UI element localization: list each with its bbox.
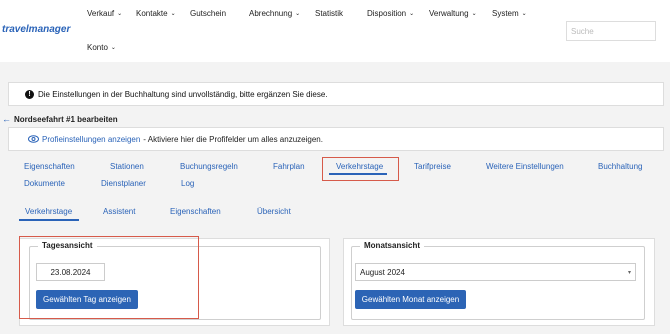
tab-buchungsregeln[interactable]: Buchungsregeln <box>180 162 238 171</box>
chevron-down-icon: ⌄ <box>521 11 527 17</box>
show-pro-settings-link[interactable]: Profieinstellungen anzeigen <box>42 135 140 144</box>
subtab-uebersicht[interactable]: Übersicht <box>257 207 291 216</box>
nav-statistik[interactable]: Statistik <box>315 9 343 18</box>
settings-alert: ! Die Einstellungen in der Buchhaltung s… <box>8 82 664 106</box>
back-arrow-icon[interactable]: ← <box>2 114 11 124</box>
nav-label: Gutschein <box>190 9 227 18</box>
top-bar: travelmanager Verkauf ⌄ Kontakte ⌄ Gutsche… <box>0 0 670 62</box>
tab-dienstplaner[interactable]: Dienstplaner <box>101 179 146 188</box>
highlight-annotation <box>322 157 399 181</box>
tab-stationen[interactable]: Stationen <box>110 162 144 171</box>
month-select[interactable]: August 2024 ▾ <box>355 263 636 281</box>
alert-text: Die Einstellungen in der Buchhaltung sin… <box>38 89 328 99</box>
chevron-down-icon: ⌄ <box>117 11 123 17</box>
nav-kontakte[interactable]: Kontakte ⌄ <box>136 9 176 18</box>
chevron-down-icon: ⌄ <box>471 11 477 17</box>
nav-label: Abrechnung <box>249 9 293 18</box>
subtab-assistent[interactable]: Assistent <box>103 207 135 216</box>
nav-disposition[interactable]: Disposition ⌄ <box>367 9 414 18</box>
nav-gutschein[interactable]: Gutschein <box>190 9 226 18</box>
month-view-panel: Monatsansicht August 2024 ▾ Gewählten Mo… <box>343 238 655 326</box>
nav-label: Konto <box>87 43 108 52</box>
profile-hint: Profieinstellungen anzeigen - Aktiviere … <box>8 127 664 151</box>
eye-icon <box>28 135 39 143</box>
chevron-down-icon: ▾ <box>627 270 631 276</box>
tab-tarifpreise[interactable]: Tarifpreise <box>414 162 451 171</box>
tab-weitere-einstellungen[interactable]: Weitere Einstellungen <box>486 162 564 171</box>
month-view-legend: Monatsansicht <box>360 241 425 250</box>
chevron-down-icon: ⌄ <box>170 11 176 17</box>
nav-system[interactable]: System ⌄ <box>492 9 527 18</box>
tab-buchhaltung[interactable]: Buchhaltung <box>598 162 642 171</box>
tab-log[interactable]: Log <box>181 179 194 188</box>
chevron-down-icon: ⌄ <box>409 11 415 17</box>
chevron-down-icon: ⌄ <box>110 45 116 51</box>
page-title: ← Nordseefahrt #1 bearbeiten <box>2 114 118 124</box>
highlight-annotation <box>19 236 199 319</box>
search-input[interactable] <box>566 21 656 41</box>
hint-text: - Aktiviere hier die Profifelder um alle… <box>143 134 323 144</box>
tab-fahrplan[interactable]: Fahrplan <box>273 162 305 171</box>
subtab-eigenschaften[interactable]: Eigenschaften <box>170 207 221 216</box>
logo[interactable]: travelmanager <box>2 24 70 35</box>
nav-label: Statistik <box>315 9 344 18</box>
nav-verwaltung[interactable]: Verwaltung ⌄ <box>429 9 477 18</box>
month-select-value: August 2024 <box>360 267 405 277</box>
active-subtab-indicator <box>19 219 79 221</box>
nav-verkauf[interactable]: Verkauf ⌄ <box>87 9 122 18</box>
nav-abrechnung[interactable]: Abrechnung ⌄ <box>249 9 300 18</box>
nav-konto[interactable]: Konto ⌄ <box>87 43 116 52</box>
nav-label: Verkauf <box>87 9 115 18</box>
info-icon: ! <box>25 89 34 99</box>
tab-eigenschaften[interactable]: Eigenschaften <box>24 162 75 171</box>
tab-dokumente[interactable]: Dokumente <box>24 179 65 188</box>
nav-label: Kontakte <box>136 9 168 18</box>
page-title-text: Nordseefahrt #1 bearbeiten <box>14 114 118 124</box>
nav-label: Verwaltung <box>429 9 469 18</box>
chevron-down-icon: ⌄ <box>295 11 301 17</box>
show-month-button[interactable]: Gewählten Monat anzeigen <box>355 290 466 309</box>
nav-label: System <box>492 9 519 18</box>
subtab-verkehrstage[interactable]: Verkehrstage <box>25 207 72 216</box>
nav-label: Disposition <box>367 9 407 18</box>
